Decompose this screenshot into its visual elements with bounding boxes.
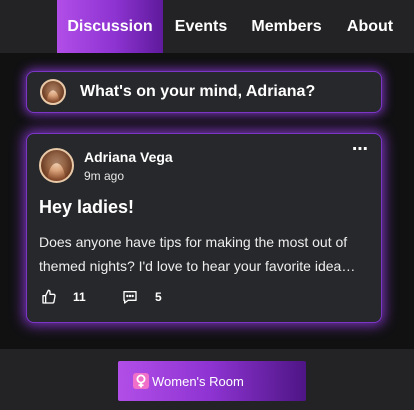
post-body: Does anyone have tips for making the mos… [39,234,349,274]
comment-count: 5 [155,290,162,304]
room-switch-button[interactable]: Women's Room [118,361,306,401]
tab-about[interactable]: About [334,0,406,53]
ellipsis-icon[interactable]: ⋯ [352,142,369,158]
like-button[interactable]: 11 [41,288,86,306]
author-avatar[interactable] [39,148,74,183]
composer-prompt: What's on your mind, Adriana? [80,83,316,100]
room-label: Women's Room [152,373,244,389]
comment-icon [122,289,138,305]
thumbs-up-icon [41,289,57,305]
comment-button[interactable]: 5 [122,288,162,306]
post-card: Adriana Vega 9m ago ⋯ Hey ladies! Does a… [26,133,382,323]
post-timestamp: 9m ago [84,169,125,183]
post-composer[interactable]: What's on your mind, Adriana? [26,71,382,113]
post-author[interactable]: Adriana Vega [84,149,173,165]
like-count: 11 [73,290,86,304]
tab-events[interactable]: Events [163,0,239,53]
female-symbol-icon [133,373,149,389]
tab-members[interactable]: Members [239,0,334,53]
tab-discussion[interactable]: Discussion [57,0,163,53]
top-nav: Discussion Events Members About [0,0,414,53]
post-title: Hey ladies! [39,197,135,217]
avatar [40,79,66,105]
